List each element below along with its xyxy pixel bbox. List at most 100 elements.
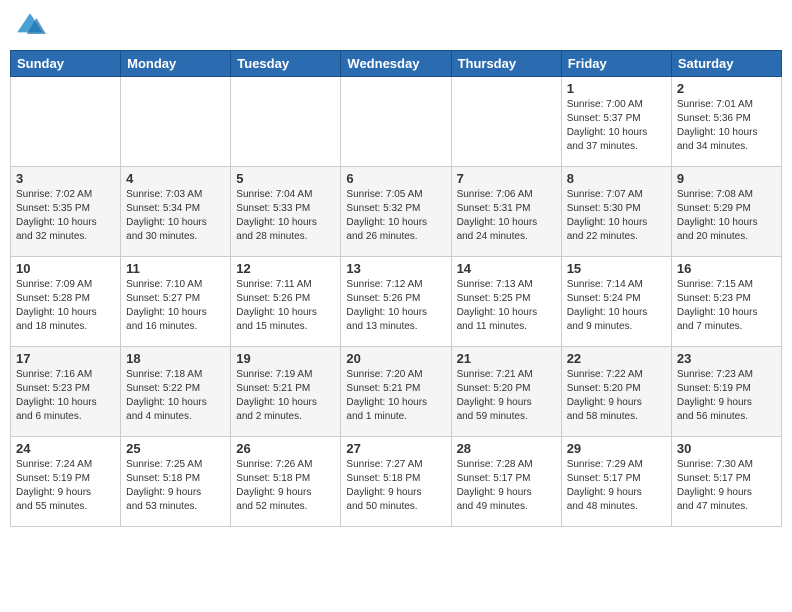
day-of-week-header: Tuesday: [231, 51, 341, 77]
day-number: 19: [236, 351, 335, 366]
calendar-cell: 8 Sunrise: 7:07 AM Sunset: 5:30 PM Daylig…: [561, 167, 671, 257]
calendar-cell: 12 Sunrise: 7:11 AM Sunset: 5:26 PM Dayli…: [231, 257, 341, 347]
calendar-cell: 16 Sunrise: 7:15 AM Sunset: 5:23 PM Dayli…: [671, 257, 781, 347]
day-number: 17: [16, 351, 115, 366]
day-info: Sunrise: 7:27 AM Sunset: 5:18 PM Dayligh…: [346, 458, 445, 514]
day-number: 23: [677, 351, 776, 366]
day-number: 13: [346, 261, 445, 276]
calendar-cell: 13 Sunrise: 7:12 AM Sunset: 5:26 PM Dayli…: [341, 257, 451, 347]
day-info: Sunrise: 7:04 AM Sunset: 5:33 PM Dayligh…: [236, 188, 335, 244]
calendar-week-row: 1Sunrise: 7:00 AM Sunset: 5:37 PM Daylig…: [11, 77, 782, 167]
day-number: 20: [346, 351, 445, 366]
day-info: Sunrise: 7:03 AM Sunset: 5:34 PM Dayligh…: [126, 188, 225, 244]
day-info: Sunrise: 7:15 AM Sunset: 5:23 PM Dayligh…: [677, 278, 776, 334]
day-number: 6: [346, 171, 445, 186]
day-of-week-header: Saturday: [671, 51, 781, 77]
calendar-cell: 6Sunrise: 7:05 AM Sunset: 5:32 PM Daylig…: [341, 167, 451, 257]
day-of-week-header: Thursday: [451, 51, 561, 77]
day-number: 27: [346, 441, 445, 456]
calendar-cell: [451, 77, 561, 167]
calendar-cell: 18 Sunrise: 7:18 AM Sunset: 5:22 PM Dayli…: [121, 347, 231, 437]
day-number: 15: [567, 261, 666, 276]
day-info: Sunrise: 7:24 AM Sunset: 5:19 PM Dayligh…: [16, 458, 115, 514]
calendar-cell: 27 Sunrise: 7:27 AM Sunset: 5:18 PM Dayli…: [341, 437, 451, 527]
calendar-week-row: 10 Sunrise: 7:09 AM Sunset: 5:28 PM Dayli…: [11, 257, 782, 347]
calendar-cell: 25Sunrise: 7:25 AM Sunset: 5:18 PM Dayli…: [121, 437, 231, 527]
calendar-cell: 26 Sunrise: 7:26 AM Sunset: 5:18 PM Dayli…: [231, 437, 341, 527]
calendar-week-row: 3 Sunrise: 7:02 AM Sunset: 5:35 PM Daylig…: [11, 167, 782, 257]
page-header: [10, 10, 782, 42]
day-info: Sunrise: 7:16 AM Sunset: 5:23 PM Dayligh…: [16, 368, 115, 424]
day-number: 28: [457, 441, 556, 456]
day-number: 3: [16, 171, 115, 186]
day-info: Sunrise: 7:29 AM Sunset: 5:17 PM Dayligh…: [567, 458, 666, 514]
day-number: 4: [126, 171, 225, 186]
day-info: Sunrise: 7:14 AM Sunset: 5:24 PM Dayligh…: [567, 278, 666, 334]
day-of-week-header: Sunday: [11, 51, 121, 77]
calendar-cell: 24 Sunrise: 7:24 AM Sunset: 5:19 PM Dayli…: [11, 437, 121, 527]
day-info: Sunrise: 7:12 AM Sunset: 5:26 PM Dayligh…: [346, 278, 445, 334]
calendar-cell: 15 Sunrise: 7:14 AM Sunset: 5:24 PM Dayli…: [561, 257, 671, 347]
calendar-cell: 1Sunrise: 7:00 AM Sunset: 5:37 PM Daylig…: [561, 77, 671, 167]
calendar-cell: 29 Sunrise: 7:29 AM Sunset: 5:17 PM Dayli…: [561, 437, 671, 527]
calendar-cell: [11, 77, 121, 167]
logo-icon: [14, 10, 46, 42]
calendar-cell: 20 Sunrise: 7:20 AM Sunset: 5:21 PM Dayli…: [341, 347, 451, 437]
calendar-cell: 23Sunrise: 7:23 AM Sunset: 5:19 PM Dayli…: [671, 347, 781, 437]
calendar-cell: 11 Sunrise: 7:10 AM Sunset: 5:27 PM Dayli…: [121, 257, 231, 347]
calendar-cell: 5 Sunrise: 7:04 AM Sunset: 5:33 PM Daylig…: [231, 167, 341, 257]
day-info: Sunrise: 7:09 AM Sunset: 5:28 PM Dayligh…: [16, 278, 115, 334]
calendar-cell: 9 Sunrise: 7:08 AM Sunset: 5:29 PM Daylig…: [671, 167, 781, 257]
calendar-cell: 2 Sunrise: 7:01 AM Sunset: 5:36 PM Daylig…: [671, 77, 781, 167]
day-info: Sunrise: 7:13 AM Sunset: 5:25 PM Dayligh…: [457, 278, 556, 334]
day-number: 9: [677, 171, 776, 186]
calendar-cell: 7 Sunrise: 7:06 AM Sunset: 5:31 PM Daylig…: [451, 167, 561, 257]
calendar-header-row: SundayMondayTuesdayWednesdayThursdayFrid…: [11, 51, 782, 77]
day-number: 2: [677, 81, 776, 96]
day-info: Sunrise: 7:10 AM Sunset: 5:27 PM Dayligh…: [126, 278, 225, 334]
day-number: 18: [126, 351, 225, 366]
calendar-cell: 14 Sunrise: 7:13 AM Sunset: 5:25 PM Dayli…: [451, 257, 561, 347]
day-number: 21: [457, 351, 556, 366]
day-info: Sunrise: 7:19 AM Sunset: 5:21 PM Dayligh…: [236, 368, 335, 424]
day-info: Sunrise: 7:02 AM Sunset: 5:35 PM Dayligh…: [16, 188, 115, 244]
calendar-cell: [231, 77, 341, 167]
calendar-week-row: 17 Sunrise: 7:16 AM Sunset: 5:23 PM Dayli…: [11, 347, 782, 437]
calendar-cell: 22Sunrise: 7:22 AM Sunset: 5:20 PM Dayli…: [561, 347, 671, 437]
day-number: 8: [567, 171, 666, 186]
calendar-cell: 4 Sunrise: 7:03 AM Sunset: 5:34 PM Daylig…: [121, 167, 231, 257]
day-number: 30: [677, 441, 776, 456]
day-info: Sunrise: 7:30 AM Sunset: 5:17 PM Dayligh…: [677, 458, 776, 514]
day-number: 25: [126, 441, 225, 456]
calendar-cell: [341, 77, 451, 167]
calendar-cell: 21Sunrise: 7:21 AM Sunset: 5:20 PM Dayli…: [451, 347, 561, 437]
day-number: 26: [236, 441, 335, 456]
day-info: Sunrise: 7:18 AM Sunset: 5:22 PM Dayligh…: [126, 368, 225, 424]
day-number: 7: [457, 171, 556, 186]
calendar-cell: 3 Sunrise: 7:02 AM Sunset: 5:35 PM Daylig…: [11, 167, 121, 257]
calendar-cell: [121, 77, 231, 167]
day-info: Sunrise: 7:26 AM Sunset: 5:18 PM Dayligh…: [236, 458, 335, 514]
day-info: Sunrise: 7:01 AM Sunset: 5:36 PM Dayligh…: [677, 98, 776, 154]
day-info: Sunrise: 7:28 AM Sunset: 5:17 PM Dayligh…: [457, 458, 556, 514]
calendar-cell: 10 Sunrise: 7:09 AM Sunset: 5:28 PM Dayli…: [11, 257, 121, 347]
calendar-cell: 30 Sunrise: 7:30 AM Sunset: 5:17 PM Dayli…: [671, 437, 781, 527]
calendar-cell: 19 Sunrise: 7:19 AM Sunset: 5:21 PM Dayli…: [231, 347, 341, 437]
day-number: 11: [126, 261, 225, 276]
day-number: 16: [677, 261, 776, 276]
day-number: 14: [457, 261, 556, 276]
day-of-week-header: Monday: [121, 51, 231, 77]
day-number: 22: [567, 351, 666, 366]
day-of-week-header: Wednesday: [341, 51, 451, 77]
day-info: Sunrise: 7:07 AM Sunset: 5:30 PM Dayligh…: [567, 188, 666, 244]
day-number: 12: [236, 261, 335, 276]
day-info: Sunrise: 7:08 AM Sunset: 5:29 PM Dayligh…: [677, 188, 776, 244]
day-info: Sunrise: 7:20 AM Sunset: 5:21 PM Dayligh…: [346, 368, 445, 424]
day-info: Sunrise: 7:11 AM Sunset: 5:26 PM Dayligh…: [236, 278, 335, 334]
day-number: 5: [236, 171, 335, 186]
calendar-table: SundayMondayTuesdayWednesdayThursdayFrid…: [10, 50, 782, 527]
day-number: 24: [16, 441, 115, 456]
day-info: Sunrise: 7:06 AM Sunset: 5:31 PM Dayligh…: [457, 188, 556, 244]
day-number: 10: [16, 261, 115, 276]
day-number: 29: [567, 441, 666, 456]
